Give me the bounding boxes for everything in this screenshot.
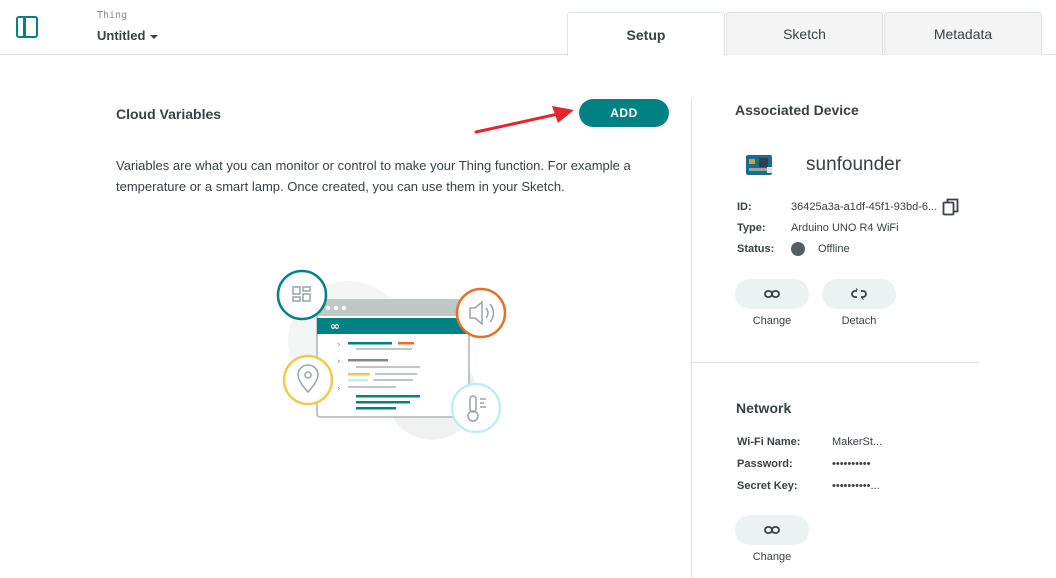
link-icon (764, 290, 780, 298)
wifi-name-value: MakerSt... (832, 436, 883, 448)
network-title: Network (736, 400, 792, 416)
tab-sketch[interactable]: Sketch (726, 12, 883, 55)
link-icon (764, 526, 780, 534)
sidebar-toggle-icon[interactable] (16, 16, 38, 38)
status-offline-icon (791, 242, 805, 256)
svg-text:›: › (337, 357, 341, 367)
detach-device-button[interactable] (822, 279, 896, 309)
tab-metadata[interactable]: Metadata (884, 12, 1042, 55)
wifi-name-label: Wi-Fi Name: (737, 436, 801, 448)
copy-icon[interactable] (942, 198, 960, 216)
svg-text:›: › (337, 384, 341, 394)
device-status-row: Status: Offline (737, 242, 850, 256)
board-icon (746, 155, 772, 175)
change-network-button[interactable] (735, 515, 809, 545)
status-value: Offline (818, 243, 850, 255)
device-type-row: Type: Arduino UNO R4 WiFi (737, 222, 899, 234)
associated-device-title: Associated Device (735, 102, 859, 118)
device-name: sunfounder (806, 154, 902, 175)
thing-name-dropdown[interactable]: Untitled (97, 28, 159, 43)
cloud-variables-title: Cloud Variables (116, 106, 222, 122)
cloud-variables-illustration: ∞ › › › (276, 269, 507, 440)
svg-text:›: › (337, 340, 341, 350)
id-label: ID: (737, 201, 752, 213)
svg-text:∞: ∞ (330, 319, 340, 333)
change-network-label: Change (752, 551, 792, 563)
tab-setup[interactable]: Setup (567, 12, 725, 56)
thing-label: Thing (97, 10, 128, 21)
add-variable-button[interactable]: ADD (579, 99, 669, 127)
device-id-row: ID: 36425a3a-a1df-45f1-93bd-6... (737, 201, 937, 213)
id-value: 36425a3a-a1df-45f1-93bd-6... (791, 201, 938, 213)
password-label: Password: (737, 458, 793, 470)
unlink-icon (851, 288, 867, 300)
type-value: Arduino UNO R4 WiFi (791, 222, 899, 234)
top-bar: Thing Untitled Setup Sketch Metadata (0, 0, 1056, 56)
type-label: Type: (737, 222, 766, 234)
panel-divider (691, 98, 692, 578)
detach-device-label: Detach (841, 315, 877, 327)
thing-name: Untitled (97, 28, 146, 43)
secret-key-label: Secret Key: (737, 480, 798, 492)
secret-key-value: ••••••••••... (832, 480, 880, 492)
cloud-variables-description: Variables are what you can monitor or co… (116, 158, 631, 194)
change-device-button[interactable] (735, 279, 809, 309)
change-device-label: Change (752, 315, 792, 327)
password-row: Password: •••••••••• (737, 458, 871, 470)
wifi-name-row: Wi-Fi Name: MakerSt... (737, 436, 882, 448)
password-value: •••••••••• (832, 458, 871, 470)
caret-down-icon (150, 34, 159, 39)
secret-key-row: Secret Key: ••••••••••... (737, 480, 880, 492)
status-label: Status: (737, 243, 775, 255)
annotation-arrow (474, 106, 574, 134)
section-divider (692, 362, 979, 363)
